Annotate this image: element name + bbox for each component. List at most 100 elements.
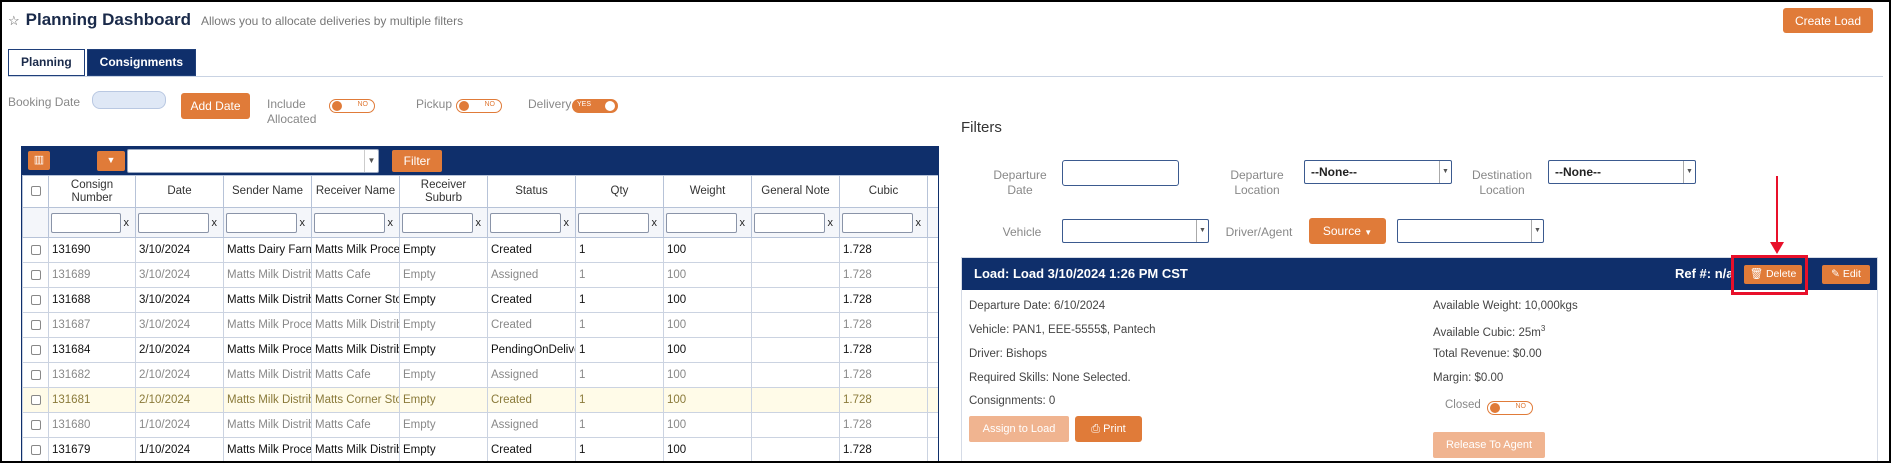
include-allocated-label: Include Allocated (267, 97, 317, 126)
col-header[interactable]: Receiver Name (311, 175, 400, 208)
table-cell: 1.728 (839, 412, 928, 438)
edit-button[interactable]: ✎ Edit (1822, 265, 1870, 284)
column-filter-input[interactable] (226, 212, 297, 233)
row-checkbox[interactable] (30, 269, 41, 280)
column-filter-input[interactable] (490, 212, 561, 233)
row-checkbox[interactable] (30, 344, 41, 355)
clear-filter[interactable]: x (473, 217, 482, 229)
col-header[interactable]: Status (487, 175, 576, 208)
select-all-checkbox[interactable] (30, 185, 41, 196)
row-checkbox[interactable] (30, 444, 41, 455)
release-to-agent-button[interactable]: Release To Agent (1433, 432, 1545, 458)
clear-filter[interactable]: x (561, 217, 570, 229)
edit-label: Edit (1842, 268, 1861, 280)
clear-filter[interactable]: x (385, 217, 394, 229)
table-row[interactable]: 131690 3/10/2024 Matts Dairy Farm Matts Mil… (22, 237, 938, 263)
chevron-down-icon[interactable]: ▼ (1196, 220, 1208, 242)
delivery-label: Delivery (528, 97, 572, 111)
col-header[interactable]: Consign Number (48, 175, 136, 208)
table-cell: 131679 (48, 437, 136, 461)
table-row[interactable]: 1316842/10/2024Matts Milk ProcessingMatt… (22, 337, 938, 363)
col-header[interactable]: Qty (575, 175, 664, 208)
column-filter-input[interactable] (842, 212, 913, 233)
add-date-button[interactable]: Add Date (181, 93, 250, 119)
column-filter-input[interactable] (138, 212, 209, 233)
print-button[interactable]: ⎙ Print (1075, 416, 1142, 442)
row-select-cell (22, 362, 49, 388)
table-row[interactable]: 1316791/10/2024Matts Milk ProcessingMatt… (22, 437, 938, 461)
departure-location-select[interactable]: --None-- ▼ (1304, 160, 1452, 184)
column-filter-input[interactable] (51, 212, 121, 233)
scroll-gutter (927, 262, 938, 288)
booking-date-input[interactable] (92, 91, 166, 109)
column-filter-input[interactable] (754, 212, 825, 233)
clear-filter[interactable]: x (209, 217, 218, 229)
col-header[interactable]: Date (135, 175, 224, 208)
col-header[interactable]: Cubic (839, 175, 928, 208)
row-checkbox[interactable] (30, 244, 41, 255)
filter-button[interactable]: Filter (392, 150, 442, 172)
clear-filter[interactable]: x (121, 217, 130, 229)
chevron-down-icon[interactable]: ▼ (1683, 161, 1695, 183)
row-checkbox[interactable] (30, 394, 41, 405)
columns-icon[interactable]: ▥ (28, 151, 50, 170)
table-row[interactable]: 1316873/10/2024Matts Milk ProcessingMatt… (22, 312, 938, 338)
column-filter-input[interactable] (578, 212, 649, 233)
load-title: Load: Load 3/10/2024 1:26 PM CST (974, 266, 1188, 281)
filter-cell (22, 207, 49, 238)
column-filter-input[interactable] (314, 212, 385, 233)
chevron-down-icon[interactable]: ▼ (1531, 220, 1543, 242)
clear-filter[interactable]: x (825, 217, 834, 229)
table-row[interactable]: 1316883/10/2024Matts Milk DistributorMat… (22, 287, 938, 313)
consignments-info: Consignments: 0 (969, 395, 1056, 407)
table-row[interactable]: 1316822/10/2024Matts Milk DistributorMat… (22, 362, 938, 388)
filter-cell: x (311, 207, 400, 238)
row-checkbox[interactable] (30, 319, 41, 330)
col-header[interactable]: Weight (663, 175, 752, 208)
toggle-state: NO (1515, 403, 1527, 410)
assign-to-load-button[interactable]: Assign to Load (969, 416, 1069, 442)
pickup-toggle[interactable]: NO (456, 99, 502, 113)
departure-date-label: Departure Date (993, 168, 1047, 197)
clear-filter[interactable]: x (737, 217, 746, 229)
vehicle-select[interactable]: ▼ (1062, 219, 1209, 243)
col-header[interactable]: Sender Name (223, 175, 312, 208)
row-select-cell (22, 237, 49, 263)
create-load-button[interactable]: Create Load (1782, 8, 1873, 33)
source-dropdown-button[interactable]: Source ▼ (1309, 218, 1386, 244)
scroll-gutter (927, 175, 938, 208)
tab-consignments[interactable]: Consignments (86, 49, 197, 76)
driver-agent-select[interactable]: ▼ (1397, 219, 1544, 243)
clear-filter[interactable]: x (649, 217, 658, 229)
filter-cell: x (487, 207, 576, 238)
clear-filter[interactable]: x (297, 217, 306, 229)
row-checkbox[interactable] (30, 419, 41, 430)
table-row[interactable]: 1316801/10/2024Matts Milk DistributorMat… (22, 412, 938, 438)
row-select-cell (22, 262, 49, 288)
closed-toggle[interactable]: NO (1487, 401, 1533, 415)
table-cell: 3/10/2024 (135, 237, 224, 263)
column-filter-input[interactable] (402, 212, 473, 233)
departure-date-input[interactable] (1062, 160, 1179, 186)
col-header[interactable]: General Note (751, 175, 840, 208)
table-cell: Created (487, 437, 576, 461)
delivery-toggle[interactable]: YES (572, 99, 618, 113)
table-row[interactable]: 1316893/10/2024Matts Milk DistributorMat… (22, 262, 938, 288)
tab-planning[interactable]: Planning (8, 49, 85, 76)
row-checkbox[interactable] (30, 369, 41, 380)
chevron-down-icon[interactable]: ▼ (1439, 161, 1451, 183)
include-allocated-toggle[interactable]: NO (329, 99, 375, 113)
col-header[interactable]: Receiver Suburb (399, 175, 488, 208)
chevron-down-icon[interactable]: ▼ (364, 150, 378, 172)
grid-filter-select[interactable]: ▼ (127, 149, 379, 173)
chevron-down-icon[interactable]: ▼ (97, 151, 125, 171)
table-cell (751, 387, 840, 413)
column-filter-input[interactable] (666, 212, 737, 233)
star-icon[interactable]: ☆ (8, 13, 20, 29)
available-weight-info: Available Weight: 10,000kgs (1433, 300, 1578, 312)
table-row[interactable]: 1316812/10/2024Matts Milk DistributorMat… (22, 387, 938, 413)
row-checkbox[interactable] (30, 294, 41, 305)
table-cell: Empty (399, 262, 488, 288)
destination-location-select[interactable]: --None-- ▼ (1548, 160, 1696, 184)
clear-filter[interactable]: x (913, 217, 922, 229)
